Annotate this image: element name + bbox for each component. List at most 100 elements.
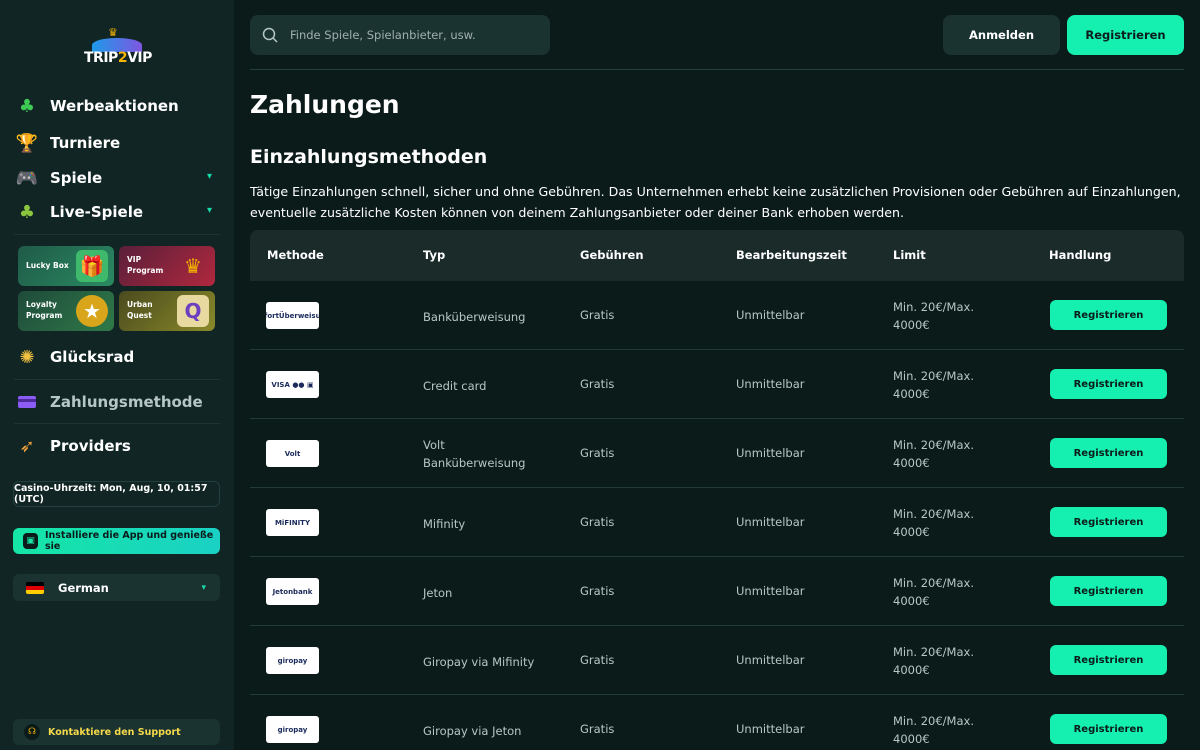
promo-label: Lucky Box — [26, 261, 69, 270]
cell-limit-line: Min. 20€/Max. — [893, 369, 974, 383]
headset-icon: ☊ — [24, 724, 40, 740]
language-selector[interactable]: German ▾ — [13, 574, 220, 601]
register-button[interactable]: Registrieren — [1067, 15, 1184, 55]
cell-limit-line: 4000€ — [893, 456, 930, 470]
table-header: Methode Typ Gebühren Bearbeitungszeit Li… — [250, 230, 1184, 281]
column-header-limit: Limit — [893, 248, 926, 262]
register-button[interactable]: Registrieren — [1050, 576, 1167, 606]
cell-limit-line: 4000€ — [893, 525, 930, 539]
cell-type: Giropay via Jeton — [423, 724, 522, 738]
sidebar-item-label: Spiele — [50, 169, 103, 187]
register-button[interactable]: Registrieren — [1050, 369, 1167, 399]
cell-fee: Gratis — [580, 446, 615, 460]
sidebar-item-label: Providers — [50, 437, 131, 455]
section-description: Tätige Einzahlungen schnell, sicher und … — [250, 184, 1181, 220]
cell-time: Unmittelbar — [736, 584, 805, 598]
register-button[interactable]: Registrieren — [1050, 507, 1167, 537]
table-body: SofortÜberweisung Banküberweisung Gratis… — [250, 281, 1184, 750]
divider — [14, 379, 220, 380]
medal-icon: ★ — [76, 295, 108, 327]
cell-fee: Gratis — [580, 308, 615, 322]
cell-limit: Min. 20€/Max. 4000€ — [893, 712, 974, 748]
sidebar-item-werbeaktionen[interactable]: ♣ Werbeaktionen — [14, 90, 220, 122]
divider — [14, 234, 220, 235]
cell-type: Volt Banküberweisung — [423, 438, 526, 470]
trophy-icon: 🏆 — [15, 132, 39, 154]
divider — [14, 423, 220, 424]
payment-logo: Jetonbank — [266, 578, 319, 605]
sidebar-item-label: Zahlungsmethode — [50, 393, 203, 411]
crown-icon: ♛ — [184, 254, 202, 278]
payment-logo: SofortÜberweisung — [266, 302, 319, 329]
clover-icon: ♣ — [18, 95, 36, 117]
cell-limit: Min. 20€/Max. 4000€ — [893, 298, 974, 334]
promo-label: Urban Quest — [127, 300, 153, 320]
cell-limit-line: Min. 20€/Max. — [893, 300, 974, 314]
sidebar-item-label: Live-Spiele — [50, 203, 144, 221]
sidebar-item-label: Turniere — [50, 134, 121, 152]
install-app-button[interactable]: ▣ Installiere die App und genieße sie — [13, 528, 220, 554]
sidebar-item-turniere[interactable]: 🏆 Turniere — [14, 127, 220, 159]
cell-limit-line: Min. 20€/Max. — [893, 507, 974, 521]
register-button[interactable]: Registrieren — [1050, 438, 1167, 468]
table-row: Jetonbank Jeton Gratis Unmittelbar Min. … — [250, 557, 1184, 626]
flag-de-icon — [26, 581, 44, 594]
cell-time: Unmittelbar — [736, 515, 805, 529]
search-bar[interactable] — [250, 15, 550, 55]
sidebar-item-spiele[interactable]: 🎮 Spiele ▾ — [14, 162, 220, 194]
promo-urban-quest[interactable]: Urban Quest Q — [119, 291, 215, 331]
chevron-down-icon[interactable]: ▾ — [207, 171, 212, 182]
cell-time: Unmittelbar — [736, 308, 805, 322]
cell-limit: Min. 20€/Max. 4000€ — [893, 574, 974, 610]
table-row: VISA ●● ▣ Credit card Gratis Unmittelbar… — [250, 350, 1184, 419]
payment-logo: MiFINITY — [266, 509, 319, 536]
table-row: giropay Giropay via Jeton Gratis Unmitte… — [250, 695, 1184, 750]
rocket-icon: ➶ — [19, 435, 35, 457]
chevron-down-icon: ▾ — [201, 582, 206, 593]
payment-logo-text: SofortÜberweisung — [266, 311, 319, 320]
payment-logo: Volt — [266, 440, 319, 467]
column-header-handlung: Handlung — [1049, 248, 1112, 262]
cell-type: Jeton — [423, 586, 453, 600]
cell-fee: Gratis — [580, 653, 615, 667]
payment-logo-text: Volt — [284, 449, 301, 458]
support-button[interactable]: ☊ Kontaktiere den Support — [13, 719, 220, 745]
payment-logo-text: VISA ●● ▣ — [271, 380, 314, 389]
wheel-icon: ✺ — [19, 346, 35, 368]
login-button[interactable]: Anmelden — [943, 15, 1060, 55]
column-header-methode: Methode — [267, 248, 324, 262]
cell-limit-line: Min. 20€/Max. — [893, 438, 974, 452]
brand-logo[interactable]: ♛ TRIP2VIP — [84, 26, 152, 70]
credit-card-icon — [14, 389, 40, 415]
promo-vip-program[interactable]: VIP Program ♛ — [119, 246, 215, 286]
cell-limit-line: Min. 20€/Max. — [893, 645, 974, 659]
payment-logo: giropay — [266, 647, 319, 674]
promo-label: Loyalty Program — [26, 300, 63, 320]
cell-type: Giropay via Mifinity — [423, 655, 535, 669]
column-header-typ: Typ — [423, 248, 446, 262]
register-button[interactable]: Registrieren — [1050, 300, 1167, 330]
sidebar-item-live-spiele[interactable]: ♣ Live-Spiele ▾ — [14, 196, 220, 228]
cell-limit: Min. 20€/Max. 4000€ — [893, 505, 974, 541]
promo-loyalty-program[interactable]: Loyalty Program ★ — [18, 291, 114, 331]
sidebar-item-providers[interactable]: ➶ Providers — [14, 430, 220, 462]
app-icon: ▣ — [23, 533, 38, 549]
cell-limit-line: Min. 20€/Max. — [893, 576, 974, 590]
promo-label: VIP Program — [127, 255, 164, 275]
sidebar-item-zahlungsmethode[interactable]: Zahlungsmethode — [14, 386, 220, 418]
cell-fee: Gratis — [580, 722, 615, 736]
register-button[interactable]: Registrieren — [1050, 714, 1167, 744]
search-icon — [262, 27, 278, 43]
payment-logo-text: Jetonbank — [272, 587, 313, 596]
search-input[interactable] — [290, 28, 530, 42]
register-button[interactable]: Registrieren — [1050, 645, 1167, 675]
sidebar-item-gluecksrad[interactable]: ✺ Glücksrad — [14, 341, 220, 373]
promo-lucky-box[interactable]: Lucky Box 🎁 — [18, 246, 114, 286]
payment-logo-text: giropay — [277, 656, 308, 665]
cell-time: Unmittelbar — [736, 446, 805, 460]
column-header-bearbeitungszeit: Bearbeitungszeit — [736, 248, 847, 262]
header-divider — [250, 69, 1184, 70]
table-row: Volt Volt Banküberweisung Gratis Unmitte… — [250, 419, 1184, 488]
payment-logo: VISA ●● ▣ — [266, 371, 319, 398]
chevron-down-icon[interactable]: ▾ — [207, 205, 212, 216]
